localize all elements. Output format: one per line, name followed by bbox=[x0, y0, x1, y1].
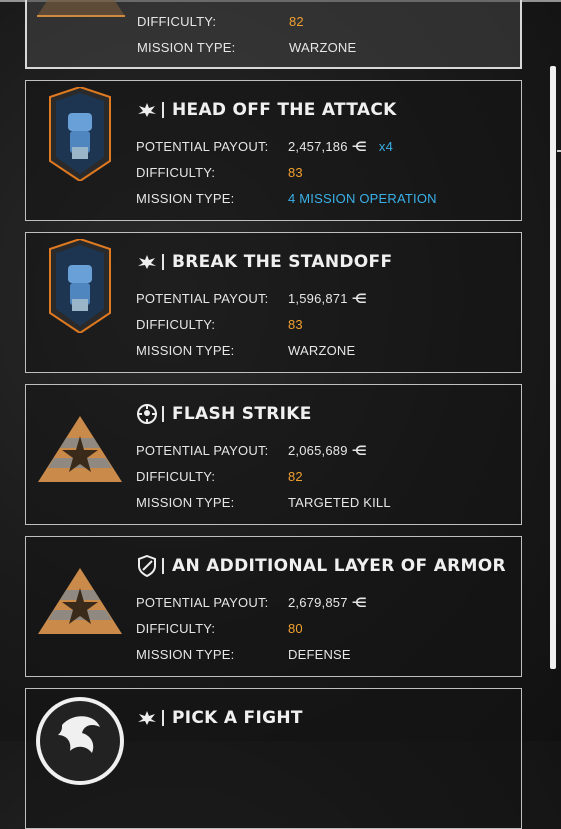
explosion-icon bbox=[136, 707, 158, 729]
mission-card[interactable]: HEAD OFF THE ATTACK POTENTIAL PAYOUT: 2,… bbox=[25, 80, 522, 221]
difficulty-label: DIFFICULTY: bbox=[136, 317, 216, 332]
mission-type-value: 4 MISSION OPERATION bbox=[288, 191, 437, 206]
payout-value: 2,065,689 bbox=[288, 443, 348, 458]
credits-icon: ⋲ bbox=[351, 443, 367, 458]
faction-triangle-icon bbox=[37, 0, 125, 17]
mission-type-value: WARZONE bbox=[288, 343, 356, 358]
crosshair-icon bbox=[136, 403, 158, 425]
mission-type-label: MISSION TYPE: bbox=[136, 495, 235, 510]
mission-title: FLASH STRIKE bbox=[172, 404, 312, 424]
difficulty-label: DIFFICULTY: bbox=[137, 14, 217, 29]
payout-label: POTENTIAL PAYOUT: bbox=[136, 139, 269, 154]
difficulty-value: 83 bbox=[288, 317, 303, 332]
payout-value: 2,679,857 bbox=[288, 595, 348, 610]
difficulty-value: 80 bbox=[288, 621, 303, 636]
payout-value: 2,457,186 bbox=[288, 139, 348, 154]
mission-title: PICK A FIGHT bbox=[172, 708, 303, 728]
dragon-emblem-icon bbox=[36, 697, 124, 785]
mission-card[interactable]: FLASH STRIKE POTENTIAL PAYOUT: 2,065,689… bbox=[25, 384, 522, 525]
payout-label: POTENTIAL PAYOUT: bbox=[136, 443, 269, 458]
credits-icon: ⋲ bbox=[351, 595, 367, 610]
mission-type-value: TARGETED KILL bbox=[288, 495, 391, 510]
payout-value: 1,596,871 bbox=[288, 291, 348, 306]
payout-label: POTENTIAL PAYOUT: bbox=[136, 595, 269, 610]
difficulty-label: DIFFICULTY: bbox=[136, 469, 216, 484]
fist-shield-emblem-icon bbox=[49, 239, 111, 333]
mission-type-label: MISSION TYPE: bbox=[136, 191, 235, 206]
mission-card[interactable]: BREAK THE STANDOFF POTENTIAL PAYOUT: 1,5… bbox=[25, 232, 522, 373]
credits-icon: ⋲ bbox=[351, 291, 367, 306]
mission-card[interactable]: PICK A FIGHT bbox=[25, 688, 522, 829]
difficulty-label: DIFFICULTY: bbox=[136, 165, 216, 180]
payout-multiplier: x4 bbox=[378, 139, 394, 154]
mission-type-value: WARZONE bbox=[289, 40, 357, 55]
difficulty-value: 83 bbox=[288, 165, 303, 180]
faction-triangle-icon bbox=[38, 568, 122, 634]
difficulty-label: DIFFICULTY: bbox=[136, 621, 216, 636]
scrollbar[interactable] bbox=[550, 66, 556, 669]
mission-type-label: MISSION TYPE: bbox=[137, 40, 236, 55]
scrollbar-tick bbox=[557, 150, 561, 152]
difficulty-value: 82 bbox=[288, 469, 303, 484]
mission-title: HEAD OFF THE ATTACK bbox=[172, 100, 397, 120]
mission-type-label: MISSION TYPE: bbox=[136, 343, 235, 358]
mission-card[interactable]: AN ADDITIONAL LAYER OF ARMOR POTENTIAL P… bbox=[25, 536, 522, 677]
fist-shield-emblem-icon bbox=[49, 87, 111, 181]
mission-type-value: DEFENSE bbox=[288, 647, 351, 662]
mission-card-partial[interactable]: DIFFICULTY: 82 MISSION TYPE: WARZONE bbox=[25, 0, 522, 69]
faction-triangle-icon bbox=[38, 416, 122, 482]
mission-title: BREAK THE STANDOFF bbox=[172, 252, 393, 272]
difficulty-value: 82 bbox=[289, 14, 304, 29]
mission-type-label: MISSION TYPE: bbox=[136, 647, 235, 662]
shield-icon bbox=[136, 555, 158, 577]
mission-title: AN ADDITIONAL LAYER OF ARMOR bbox=[172, 556, 506, 576]
payout-label: POTENTIAL PAYOUT: bbox=[136, 291, 269, 306]
explosion-icon bbox=[136, 99, 158, 121]
explosion-icon bbox=[136, 251, 158, 273]
credits-icon: ⋲ bbox=[351, 139, 367, 154]
